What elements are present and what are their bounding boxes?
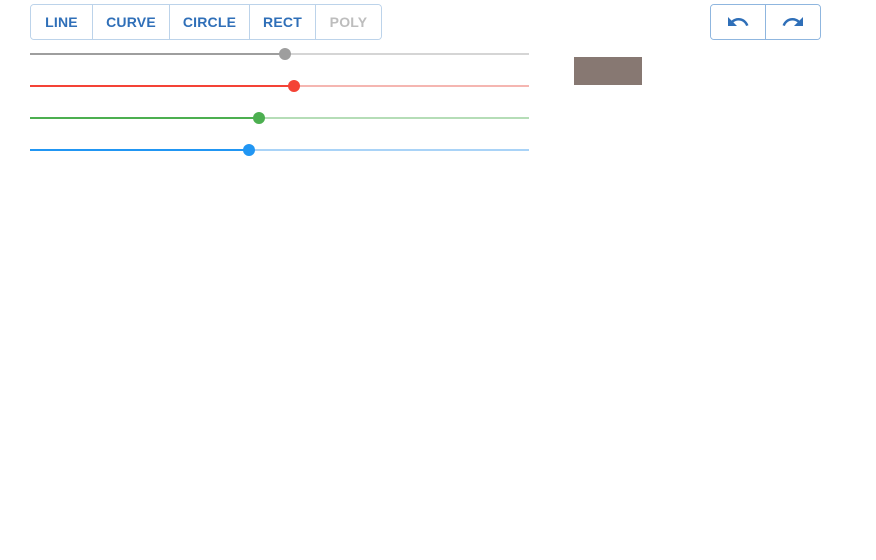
undo-icon xyxy=(728,17,749,26)
blue-slider[interactable] xyxy=(30,143,529,157)
color-preview-swatch xyxy=(574,57,642,85)
rect-tool-button[interactable]: RECT xyxy=(250,5,316,39)
redo-button[interactable] xyxy=(765,5,820,39)
alpha-slider[interactable] xyxy=(30,47,529,61)
green-slider[interactable] xyxy=(30,111,529,125)
slider-fill xyxy=(30,117,260,119)
slider-thumb[interactable] xyxy=(278,48,291,60)
undo-button[interactable] xyxy=(711,5,765,39)
history-controls xyxy=(710,4,821,40)
slider-fill xyxy=(30,85,294,87)
line-tool-button[interactable]: LINE xyxy=(31,5,93,39)
slider-thumb[interactable] xyxy=(287,80,300,92)
slider-fill xyxy=(30,149,250,151)
redo-icon xyxy=(782,17,803,26)
slider-thumb[interactable] xyxy=(243,144,256,156)
red-slider[interactable] xyxy=(30,79,529,93)
circle-tool-button[interactable]: CIRCLE xyxy=(170,5,250,39)
curve-tool-button[interactable]: CURVE xyxy=(93,5,170,39)
slider-fill xyxy=(30,53,285,55)
slider-thumb[interactable] xyxy=(253,112,266,124)
poly-tool-button: POLY xyxy=(316,5,381,39)
tool-selector: LINE CURVE CIRCLE RECT POLY xyxy=(30,4,382,40)
